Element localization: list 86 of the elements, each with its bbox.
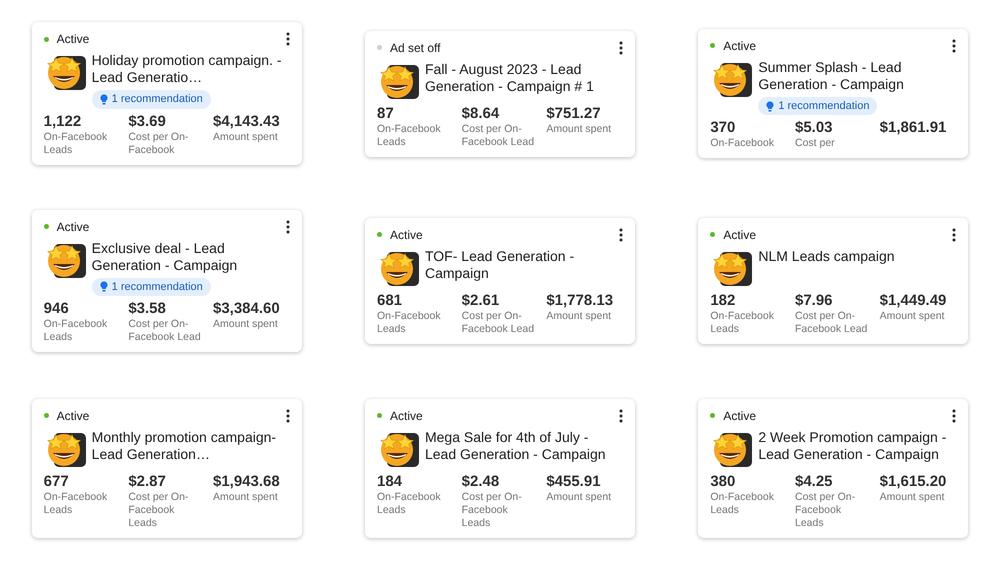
metric-value: 184: [376, 472, 404, 491]
metric-label: Amount spent: [546, 490, 612, 504]
metric-label: On-Facebook Leads: [376, 310, 442, 336]
more-options-icon[interactable]: [952, 408, 956, 423]
lightbulb-icon: [100, 94, 108, 106]
metric-label: On-Facebook Leads: [44, 490, 108, 517]
metric-label: Amount spent: [212, 490, 279, 504]
more-options-icon[interactable]: [618, 228, 623, 242]
lightbulb-icon: [100, 281, 108, 292]
metric-value: $4.25: [794, 472, 834, 491]
status-label: Active: [390, 408, 423, 425]
metric-value: $8.64: [462, 104, 500, 123]
campaign-title[interactable]: NLM Leads campaign: [758, 248, 895, 265]
metric-value: 677: [44, 472, 70, 491]
more-options-icon[interactable]: [952, 228, 956, 242]
more-options-icon[interactable]: [286, 220, 290, 234]
status-label: Active: [56, 218, 90, 236]
metric-value: $1,943.68: [212, 472, 281, 491]
metric-value: $455.91: [546, 472, 602, 491]
metric-label: Cost per: [794, 137, 836, 150]
campaign-title[interactable]: Fall - August 2023 - Lead Generation - Campaign # 1: [424, 60, 623, 95]
metric-value: 380: [710, 472, 736, 491]
metric-value: 182: [710, 292, 736, 310]
metric-label: On-Facebook Leads: [710, 490, 775, 517]
metric-label: Cost per On-Facebook Leads: [462, 490, 523, 530]
metric-value: $3,384.60: [212, 300, 281, 318]
status-label: Active: [56, 31, 90, 48]
metric-value: $7.96: [794, 292, 834, 310]
metric-label: Amount spent: [880, 490, 946, 504]
campaign-title[interactable]: TOF- Lead Generation - Campaign: [424, 248, 623, 282]
metric-value: $1,615.20: [880, 472, 948, 491]
metric-label: On-Facebook Leads: [376, 490, 442, 517]
metric-value: $2.48: [462, 472, 500, 491]
metric-label: On-Facebook Leads: [44, 318, 108, 344]
metric-value: $3.58: [128, 300, 167, 318]
status-label: Active: [56, 408, 90, 425]
status-label: Active: [723, 408, 756, 425]
metric-label: On-Facebook: [710, 137, 775, 150]
metric-value: $2.61: [462, 292, 500, 310]
status-label: Active: [390, 226, 423, 244]
more-options-icon[interactable]: [286, 32, 290, 46]
metric-value: $5.03: [794, 119, 834, 138]
metric-label: Cost per On-Facebook Leads: [128, 490, 190, 530]
metric-value: $3.69: [128, 112, 167, 131]
metric-label: Amount spent: [546, 122, 612, 136]
more-options-icon[interactable]: [618, 408, 623, 423]
metric-label: Cost per On-Facebook Lead: [794, 310, 868, 336]
campaign-title[interactable]: Summer Splash - Lead Generation - Campaign: [758, 58, 956, 93]
campaign-title[interactable]: Holiday promotion campaign. - Lead Generatio…: [92, 52, 290, 86]
metric-label: On-Facebook Leads: [710, 310, 775, 336]
metric-label: On-Facebook Leads: [44, 130, 108, 157]
metric-label: Amount spent: [880, 310, 946, 323]
metric-label: Cost per On-Facebook: [128, 130, 190, 157]
metric-value: 681: [376, 292, 404, 310]
metric-value: $1,778.13: [546, 292, 614, 310]
metric-label: Cost per On-Facebook Lead: [128, 318, 202, 344]
more-options-icon[interactable]: [952, 38, 956, 53]
metric-label: Amount spent: [212, 318, 279, 332]
lightbulb-icon: [766, 100, 774, 112]
metric-label: Amount spent: [212, 130, 279, 144]
more-options-icon[interactable]: [286, 408, 290, 423]
campaign-title[interactable]: Mega Sale for 4th of July - Lead Generation - Campaign: [424, 428, 623, 463]
recommendation-chip[interactable]: 1 recommendation: [758, 96, 878, 116]
metric-label: On-Facebook Leads: [376, 122, 442, 149]
metric-label: Cost per On-Facebook Leads: [794, 490, 856, 530]
status-label: Active: [723, 38, 756, 55]
more-options-icon[interactable]: [618, 40, 623, 55]
metric-value: $1,449.49: [880, 292, 948, 310]
metric-label: Cost per On-Facebook Lead: [462, 122, 536, 149]
metric-value: $4,143.43: [212, 112, 281, 131]
metric-value: $1,861.91: [880, 119, 948, 138]
recommendation-chip[interactable]: 1 recommendation: [92, 278, 211, 296]
metric-value: $2.87: [128, 472, 167, 491]
metric-value: 370: [710, 119, 736, 138]
recommendation-chip[interactable]: 1 recommendation: [92, 90, 211, 109]
status-label: Ad set off: [390, 40, 440, 57]
campaign-title[interactable]: Monthly promotion campaign- Lead Generation…: [92, 428, 290, 463]
campaign-title[interactable]: Exclusive deal - Lead Generation - Campaign: [92, 240, 290, 274]
metric-value: $751.27: [546, 104, 602, 123]
status-label: Active: [723, 226, 756, 244]
metric-value: 87: [376, 104, 395, 123]
campaign-title[interactable]: 2 Week Promotion campaign -Lead Generation - Campaign: [758, 428, 956, 463]
metric-label: Cost per On-Facebook Lead: [462, 310, 536, 336]
metric-value: 946: [44, 300, 70, 318]
metric-value: 1,122: [44, 112, 82, 131]
metric-label: Amount spent: [546, 310, 612, 323]
